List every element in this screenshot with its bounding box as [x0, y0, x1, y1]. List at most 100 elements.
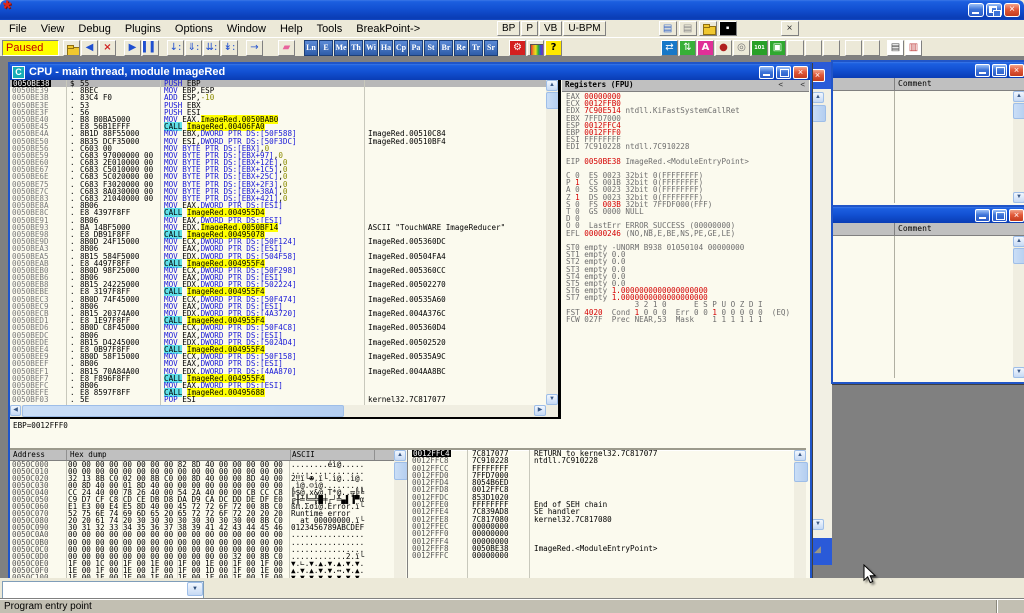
- window-button-th[interactable]: Th: [349, 40, 363, 56]
- scroll-thumb[interactable]: [794, 462, 808, 482]
- stack-row[interactable]: 0012FFF80050BE38ImageRed.<ModuleEntryPoi…: [408, 545, 807, 552]
- extra-button-3[interactable]: [823, 40, 840, 56]
- scroll-thumb[interactable]: [394, 462, 408, 480]
- layout-columns-icon[interactable]: ▤: [887, 40, 904, 56]
- close-button[interactable]: ×: [1004, 3, 1020, 17]
- window-button-me[interactable]: Me: [334, 40, 348, 56]
- cpu-maximize-icon[interactable]: [776, 66, 791, 79]
- log-window-icon[interactable]: ▤: [659, 21, 677, 36]
- disassembly-pane[interactable]: 0050BE38$55PUSH EBP0050BE39.8BECMOV EBP,…: [10, 80, 546, 405]
- window-button-ln[interactable]: Ln: [304, 40, 318, 56]
- command-combobox[interactable]: ▼: [2, 581, 204, 599]
- stack-row[interactable]: 0012FFF000000000: [408, 530, 807, 537]
- menu-item-window[interactable]: Window: [220, 22, 273, 36]
- screen-icon[interactable]: ▣: [769, 40, 786, 56]
- register-line[interactable]: T 0 GS 0000 NULL: [566, 208, 790, 215]
- plugin-button-p[interactable]: P: [521, 21, 538, 36]
- step-into-icon[interactable]: ↓:: [167, 40, 184, 56]
- column-comment[interactable]: Comment: [898, 224, 932, 233]
- scroll-right-icon[interactable]: ▶: [534, 405, 546, 416]
- highlight-icon[interactable]: A: [697, 40, 714, 56]
- scroll-thumb[interactable]: [1013, 248, 1024, 264]
- scroll-thumb[interactable]: [812, 105, 826, 122]
- cpu-titlebar[interactable]: C CPU - main thread, module ImageRed ×: [10, 64, 810, 80]
- animate-into-icon[interactable]: ⇊:: [203, 40, 220, 56]
- close-program-icon[interactable]: ×: [99, 40, 116, 56]
- scroll-thumb[interactable]: [1013, 103, 1024, 119]
- menu-item-file[interactable]: File: [2, 22, 34, 36]
- registers-collapse-icon[interactable]: <: [800, 80, 805, 90]
- window-button-sr[interactable]: Sr: [484, 40, 498, 56]
- stack-row[interactable]: 0012FFEC00000000: [408, 523, 807, 530]
- dump-col-address[interactable]: Address: [10, 450, 67, 460]
- combo-dropdown-icon[interactable]: ▼: [187, 582, 203, 596]
- go-back-icon[interactable]: ◀: [81, 40, 98, 56]
- window-button-e[interactable]: E: [319, 40, 333, 56]
- comment-window-2-content[interactable]: [833, 236, 1009, 378]
- source-window-icon[interactable]: ▤: [679, 21, 697, 36]
- stack-row[interactable]: 0012FFD07FFD7000: [408, 472, 807, 479]
- column-comment[interactable]: Comment: [898, 79, 932, 88]
- close-icon[interactable]: ×: [1009, 64, 1024, 77]
- menu-item-plugins[interactable]: Plugins: [118, 22, 168, 36]
- register-line[interactable]: EDI 7C910228 ntdll.7C910228: [566, 143, 790, 150]
- window-button-re[interactable]: Re: [454, 40, 468, 56]
- comment-window-1-titlebar[interactable]: ×: [833, 62, 1024, 78]
- stack-row[interactable]: 0012FFC47C817077RETURN to kernel32.7C817…: [408, 450, 807, 457]
- stack-vscrollbar[interactable]: ▲: [794, 450, 806, 580]
- stack-row[interactable]: 0012FFE87C817080kernel32.7C817080: [408, 516, 807, 523]
- dump-pane[interactable]: Address Hex dump ASCII 0050C00000 00 00 …: [10, 450, 394, 580]
- stack-row[interactable]: 0012FFDC853D1020: [408, 494, 807, 501]
- comment-window-1-content[interactable]: [833, 91, 1009, 203]
- menu-item-breakpoint[interactable]: BreakPoint->: [349, 22, 427, 36]
- minimize-icon[interactable]: [975, 64, 990, 77]
- disasm-row[interactable]: 0050BE3E.53PUSH EBX: [10, 102, 546, 109]
- scroll-up-icon[interactable]: ▲: [1013, 91, 1024, 102]
- register-line[interactable]: EFL 00000246 (NO,NB,E,BE,NS,PE,GE,LE): [566, 230, 790, 237]
- close-plugin-toolbar-icon[interactable]: ×: [781, 21, 799, 36]
- go-to-address-icon[interactable]: ▰: [278, 40, 295, 56]
- background-window-close-icon[interactable]: ×: [810, 69, 825, 82]
- plugin-button-bp[interactable]: BP: [497, 21, 520, 36]
- pause-icon[interactable]: ▍▍: [142, 40, 159, 56]
- help-icon[interactable]: ?: [545, 40, 562, 56]
- maximize-icon[interactable]: [992, 64, 1007, 77]
- scroll-up-icon[interactable]: ▲: [1013, 236, 1024, 247]
- window-button-tr[interactable]: Tr: [469, 40, 483, 56]
- dump-vscrollbar[interactable]: ▲: [394, 450, 406, 580]
- console-window-icon[interactable]: ▪: [719, 21, 737, 36]
- stack-pane[interactable]: 0012FFC47C817077RETURN to kernel32.7C817…: [407, 450, 807, 580]
- menu-item-help[interactable]: Help: [273, 22, 310, 36]
- menu-item-tools[interactable]: Tools: [310, 22, 350, 36]
- window-button-ha[interactable]: Ha: [379, 40, 393, 56]
- execute-till-return-icon[interactable]: →: [246, 40, 263, 56]
- sync-updown-icon[interactable]: ⇅: [679, 40, 696, 56]
- animate-over-icon[interactable]: ↡:: [221, 40, 238, 56]
- pattern-icon[interactable]: ◎: [733, 40, 750, 56]
- minimize-button[interactable]: [968, 3, 984, 17]
- registers-collapse-icon[interactable]: <: [778, 80, 783, 90]
- comment-window-2-titlebar[interactable]: ×: [833, 207, 1024, 223]
- registers-lines[interactable]: EAX 00000000ECX 0012FFB0EDX 7C90E514 ntd…: [566, 93, 790, 323]
- window-button-br[interactable]: Br: [439, 40, 453, 56]
- scroll-up-icon[interactable]: ▲: [812, 92, 824, 103]
- menu-item-debug[interactable]: Debug: [71, 22, 117, 36]
- restore-button[interactable]: [986, 3, 1002, 17]
- stack-row[interactable]: 0012FFC87C910228ntdll.7C910228: [408, 457, 807, 464]
- record-icon[interactable]: ●: [715, 40, 732, 56]
- stack-row[interactable]: 0012FFCCFFFFFFFF: [408, 465, 807, 472]
- dump-col-ascii[interactable]: ASCII: [289, 450, 375, 460]
- plugin-button-ubpm[interactable]: U-BPM: [563, 21, 605, 36]
- resize-grip[interactable]: ◢: [814, 544, 821, 555]
- dump-col-hex[interactable]: Hex dump: [67, 450, 291, 460]
- register-line[interactable]: EIP 0050BE38 ImageRed.<ModuleEntryPoint>: [566, 158, 790, 165]
- disasm-row[interactable]: 0050BEFE.E8 8597F8FFCALL ImageRed.004956…: [10, 389, 546, 396]
- scroll-down-icon[interactable]: ▼: [546, 394, 558, 405]
- disasm-row[interactable]: 0050BF03.5EPOP ESIkernel32.7C817077: [10, 396, 546, 403]
- extra-button-1[interactable]: [787, 40, 804, 56]
- menu-item-view[interactable]: View: [34, 22, 72, 36]
- minimize-icon[interactable]: [975, 209, 990, 222]
- cpu-minimize-icon[interactable]: [759, 66, 774, 79]
- scroll-left-icon[interactable]: ◀: [10, 405, 21, 416]
- maximize-icon[interactable]: [992, 209, 1007, 222]
